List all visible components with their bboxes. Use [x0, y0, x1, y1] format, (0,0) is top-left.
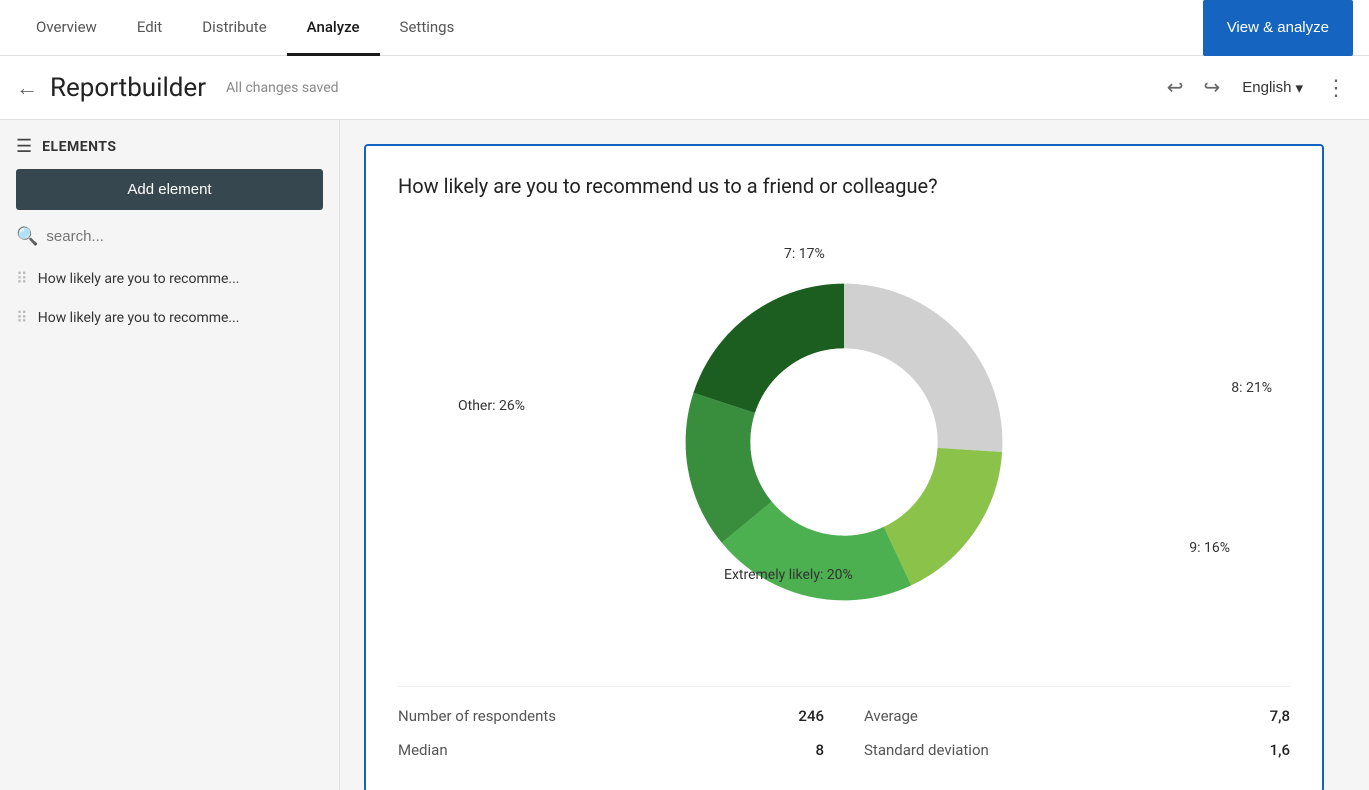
label-other: Other: 26% [458, 398, 525, 414]
redo-icon: ↪ [1204, 75, 1221, 100]
tab-edit[interactable]: Edit [117, 1, 182, 56]
chart-title: How likely are you to recommend us to a … [398, 174, 1290, 198]
list-item[interactable]: ⠿ How likely are you to recomme... [0, 259, 339, 298]
list-item[interactable]: ⠿ How likely are you to recomme... [0, 298, 339, 337]
search-input[interactable] [46, 228, 323, 245]
drag-icon: ⠿ [16, 308, 28, 327]
stats-col-right: Average 7,8 Standard deviation 1,6 [864, 703, 1290, 763]
stat-average-value: 7,8 [1270, 707, 1290, 725]
stat-respondents: Number of respondents 246 [398, 703, 824, 729]
list-item-label: How likely are you to recomme... [38, 310, 240, 326]
content-area: How likely are you to recommend us to a … [340, 120, 1369, 790]
main-layout: ☰ ELEMENTS Add element 🔍 ⠿ How likely ar… [0, 120, 1369, 790]
drag-icon: ⠿ [16, 269, 28, 288]
sidebar-header: ☰ ELEMENTS [0, 136, 339, 169]
stat-respondents-value: 246 [798, 707, 824, 725]
chevron-down-icon: ▾ [1295, 79, 1303, 97]
second-header: ← Reportbuilder All changes saved ↩ ↪ En… [0, 56, 1369, 120]
chart-container: 7: 17% 8: 21% 9: 16% Extremely likely: 2… [398, 222, 1290, 662]
stats-row: Number of respondents 246 Median 8 Avera… [398, 686, 1290, 763]
back-button[interactable]: ← [16, 75, 38, 101]
stat-stddev-label: Standard deviation [864, 741, 989, 759]
tab-distribute[interactable]: Distribute [182, 1, 286, 56]
label-8: 8: 21% [1231, 380, 1272, 396]
tab-analyze[interactable]: Analyze [287, 1, 380, 56]
language-button[interactable]: English ▾ [1234, 73, 1311, 103]
nav-tabs: Overview Edit Distribute Analyze Setting… [16, 0, 1203, 55]
header-actions: ↩ ↪ English ▾ ⋮ [1161, 69, 1353, 107]
stat-median: Median 8 [398, 737, 824, 763]
report-title: Reportbuilder [50, 73, 206, 103]
sidebar-items: ⠿ How likely are you to recomme... ⠿ How… [0, 259, 339, 337]
list-item-label: How likely are you to recomme... [38, 271, 240, 287]
undo-button[interactable]: ↩ [1161, 69, 1190, 106]
chart-card: How likely are you to recommend us to a … [364, 144, 1324, 790]
chart-labels: 7: 17% 8: 21% 9: 16% Extremely likely: 2… [398, 222, 1290, 662]
redo-button[interactable]: ↪ [1198, 69, 1227, 106]
stat-median-value: 8 [815, 741, 824, 759]
more-icon: ⋮ [1325, 75, 1347, 100]
back-icon: ← [16, 75, 38, 101]
undo-icon: ↩ [1167, 75, 1184, 100]
top-nav: Overview Edit Distribute Analyze Setting… [0, 0, 1369, 56]
stat-average: Average 7,8 [864, 703, 1290, 729]
stat-respondents-label: Number of respondents [398, 707, 556, 725]
stats-col-left: Number of respondents 246 Median 8 [398, 703, 824, 763]
add-element-button[interactable]: Add element [16, 169, 323, 210]
stat-average-label: Average [864, 707, 918, 725]
tab-overview[interactable]: Overview [16, 1, 117, 56]
label-extremely-likely: Extremely likely: 20% [724, 567, 853, 583]
more-button[interactable]: ⋮ [1319, 69, 1353, 107]
sidebar: ☰ ELEMENTS Add element 🔍 ⠿ How likely ar… [0, 120, 340, 790]
hamburger-icon: ☰ [16, 136, 32, 157]
saved-status: All changes saved [226, 80, 1161, 96]
stat-stddev-value: 1,6 [1270, 741, 1290, 759]
label-7: 7: 17% [784, 246, 825, 262]
stat-stddev: Standard deviation 1,6 [864, 737, 1290, 763]
elements-label: ELEMENTS [42, 139, 116, 155]
stat-median-label: Median [398, 741, 448, 759]
view-analyze-button[interactable]: View & analyze [1203, 0, 1353, 56]
search-icon: 🔍 [16, 226, 38, 247]
language-label: English [1242, 79, 1291, 96]
label-9: 9: 16% [1189, 540, 1230, 556]
tab-settings[interactable]: Settings [380, 1, 475, 56]
search-box: 🔍 [0, 226, 339, 259]
